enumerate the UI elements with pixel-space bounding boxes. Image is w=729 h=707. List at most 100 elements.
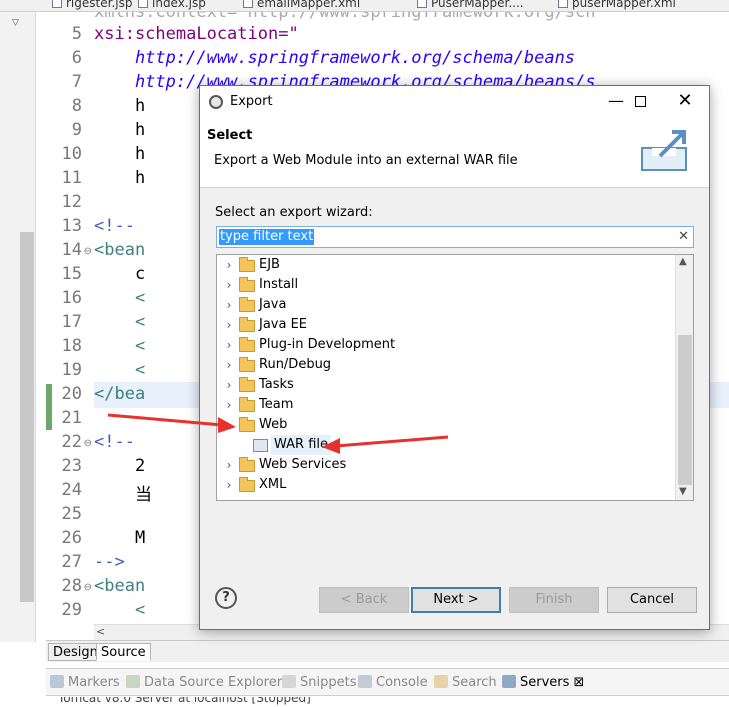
tree-item[interactable]: › Run/Debug — [217, 355, 675, 375]
tab-data-source-explorer[interactable]: Data Source Explorer — [126, 675, 282, 690]
line-number: 15 — [61, 264, 82, 284]
line-number: 11 — [61, 168, 82, 188]
file-icon — [138, 0, 148, 8]
tree-item[interactable]: › Install — [217, 275, 675, 295]
tab-design[interactable]: Design — [48, 643, 103, 661]
tab-servers[interactable]: Servers ⊠ — [502, 675, 584, 690]
tab-markers[interactable]: Markers — [50, 675, 120, 690]
change-marker — [46, 384, 52, 430]
collapse-arrow-icon[interactable]: › — [223, 395, 235, 415]
folder-icon — [239, 337, 255, 352]
fold-toggle-icon[interactable]: ⊖ — [84, 582, 92, 593]
collapse-arrow-icon[interactable]: › — [223, 255, 235, 275]
back-button[interactable]: < Back — [319, 587, 409, 613]
servers-icon — [502, 675, 516, 688]
line-number: 23 — [61, 456, 82, 476]
editor-tab[interactable]: PuserMapper.... — [417, 0, 524, 11]
tree-scrollbar[interactable]: ▲ ▼ — [675, 255, 693, 500]
chevron-left-icon[interactable]: < — [96, 625, 105, 638]
code-line: xsi:schemaLocation=" — [94, 24, 299, 44]
wizard-tree[interactable]: › XML › Web Services WAR file ⌄ Web › Team › Tasks… — [216, 254, 694, 501]
tab-console[interactable]: Console — [358, 675, 428, 690]
close-icon[interactable]: ⊠ — [574, 675, 585, 690]
line-number: 6 — [71, 48, 82, 68]
fold-toggle-icon[interactable]: ⊖ — [84, 438, 92, 449]
folder-icon — [239, 417, 255, 432]
collapse-arrow-icon[interactable]: › — [223, 295, 235, 315]
tree-item-label: WAR file — [271, 435, 331, 455]
minimize-button[interactable]: — — [596, 90, 636, 114]
expand-arrow-icon[interactable]: ⌄ — [223, 415, 235, 435]
war-file-icon — [253, 439, 268, 452]
code-line: <!-- — [94, 216, 135, 236]
tree-item[interactable]: › Java — [217, 295, 675, 315]
tree-item[interactable]: › Team — [217, 395, 675, 415]
folder-icon — [239, 297, 255, 312]
tree-item[interactable]: › Tasks — [217, 375, 675, 395]
collapse-arrow-icon[interactable]: › — [223, 455, 235, 475]
next-button[interactable]: Next > — [411, 587, 501, 613]
tree-item-label: EJB — [259, 257, 280, 272]
side-scrollbar[interactable] — [20, 232, 34, 602]
file-icon — [417, 0, 427, 8]
tab-search[interactable]: Search — [434, 675, 497, 690]
line-number: 29 — [61, 600, 82, 620]
tree-item[interactable]: › Java EE — [217, 315, 675, 335]
tab-source[interactable]: Source — [96, 643, 151, 661]
chevron-up-icon[interactable]: ▲ — [679, 256, 687, 267]
clear-icon[interactable]: ✕ — [678, 229, 689, 244]
scrollbar-thumb[interactable] — [678, 335, 692, 485]
file-icon — [558, 0, 568, 8]
data-source-icon — [126, 675, 140, 688]
finish-button[interactable]: Finish — [509, 587, 599, 613]
tree-item[interactable]: › Web Services — [217, 455, 675, 475]
filter-input[interactable]: type filter text ✕ — [216, 226, 694, 248]
editor-tab[interactable]: rigester.jsp — [52, 0, 132, 11]
tree-item-label: Web — [259, 417, 288, 432]
line-number: 28 — [61, 576, 82, 596]
chevron-down-icon[interactable]: ▽ — [12, 18, 19, 28]
line-number: 18 — [61, 336, 82, 356]
line-number: 7 — [71, 72, 82, 92]
cancel-button[interactable]: Cancel — [607, 587, 697, 613]
tree-item-label: Team — [259, 397, 294, 412]
collapse-arrow-icon[interactable]: › — [223, 475, 235, 495]
wizard-page-title: Select — [207, 128, 253, 143]
folder-icon — [239, 457, 255, 472]
editor-tab-bar: rigester.jsp index.jsp emailMapper.xml P… — [0, 0, 729, 12]
chevron-down-icon[interactable]: ▼ — [679, 486, 687, 497]
wizard-page-description: Export a Web Module into an external WAR… — [214, 153, 518, 168]
left-side-panel: ▽ — [0, 12, 36, 642]
views-tab-bar: Markers Data Source Explorer Snippets Co… — [46, 668, 729, 696]
editor-tab[interactable]: emailMapper.xml — [243, 0, 360, 11]
close-button[interactable]: ✕ — [665, 90, 705, 114]
tree-item[interactable]: ⌄ Web — [217, 415, 675, 435]
tab-snippets[interactable]: Snippets — [282, 675, 356, 690]
tree-item[interactable]: › EJB — [217, 255, 675, 275]
help-button[interactable]: ? — [215, 587, 237, 609]
dialog-titlebar[interactable]: Export — ✕ — [200, 86, 709, 118]
collapse-arrow-icon[interactable]: › — [223, 355, 235, 375]
console-icon — [358, 675, 372, 688]
line-number: 17 — [61, 312, 82, 332]
code-line: < — [94, 336, 146, 356]
tree-item[interactable]: › XML — [217, 475, 675, 495]
editor-tab[interactable]: puserMapper.xml — [558, 0, 676, 11]
eclipse-icon — [209, 95, 223, 109]
wizard-header: Select Export a Web Module into an exter… — [200, 118, 709, 188]
wizard-label: Select an export wizard: — [215, 205, 373, 220]
collapse-arrow-icon[interactable]: › — [223, 315, 235, 335]
editor-tab[interactable]: index.jsp — [138, 0, 206, 11]
maximize-button[interactable] — [635, 96, 646, 107]
collapse-arrow-icon[interactable]: › — [223, 335, 235, 355]
collapse-arrow-icon[interactable]: › — [223, 275, 235, 295]
line-number: 8 — [71, 96, 82, 116]
tree-item-label: Run/Debug — [259, 357, 332, 372]
line-number: 16 — [61, 288, 82, 308]
collapse-arrow-icon[interactable]: › — [223, 375, 235, 395]
tree-item[interactable]: WAR file — [217, 435, 675, 455]
fold-toggle-icon[interactable]: ⊖ — [84, 246, 92, 257]
line-number: 19 — [61, 360, 82, 380]
server-list-item[interactable]: Tomcat v8.0 Server at localhost [Stopped… — [46, 697, 729, 707]
tree-item[interactable]: › Plug-in Development — [217, 335, 675, 355]
